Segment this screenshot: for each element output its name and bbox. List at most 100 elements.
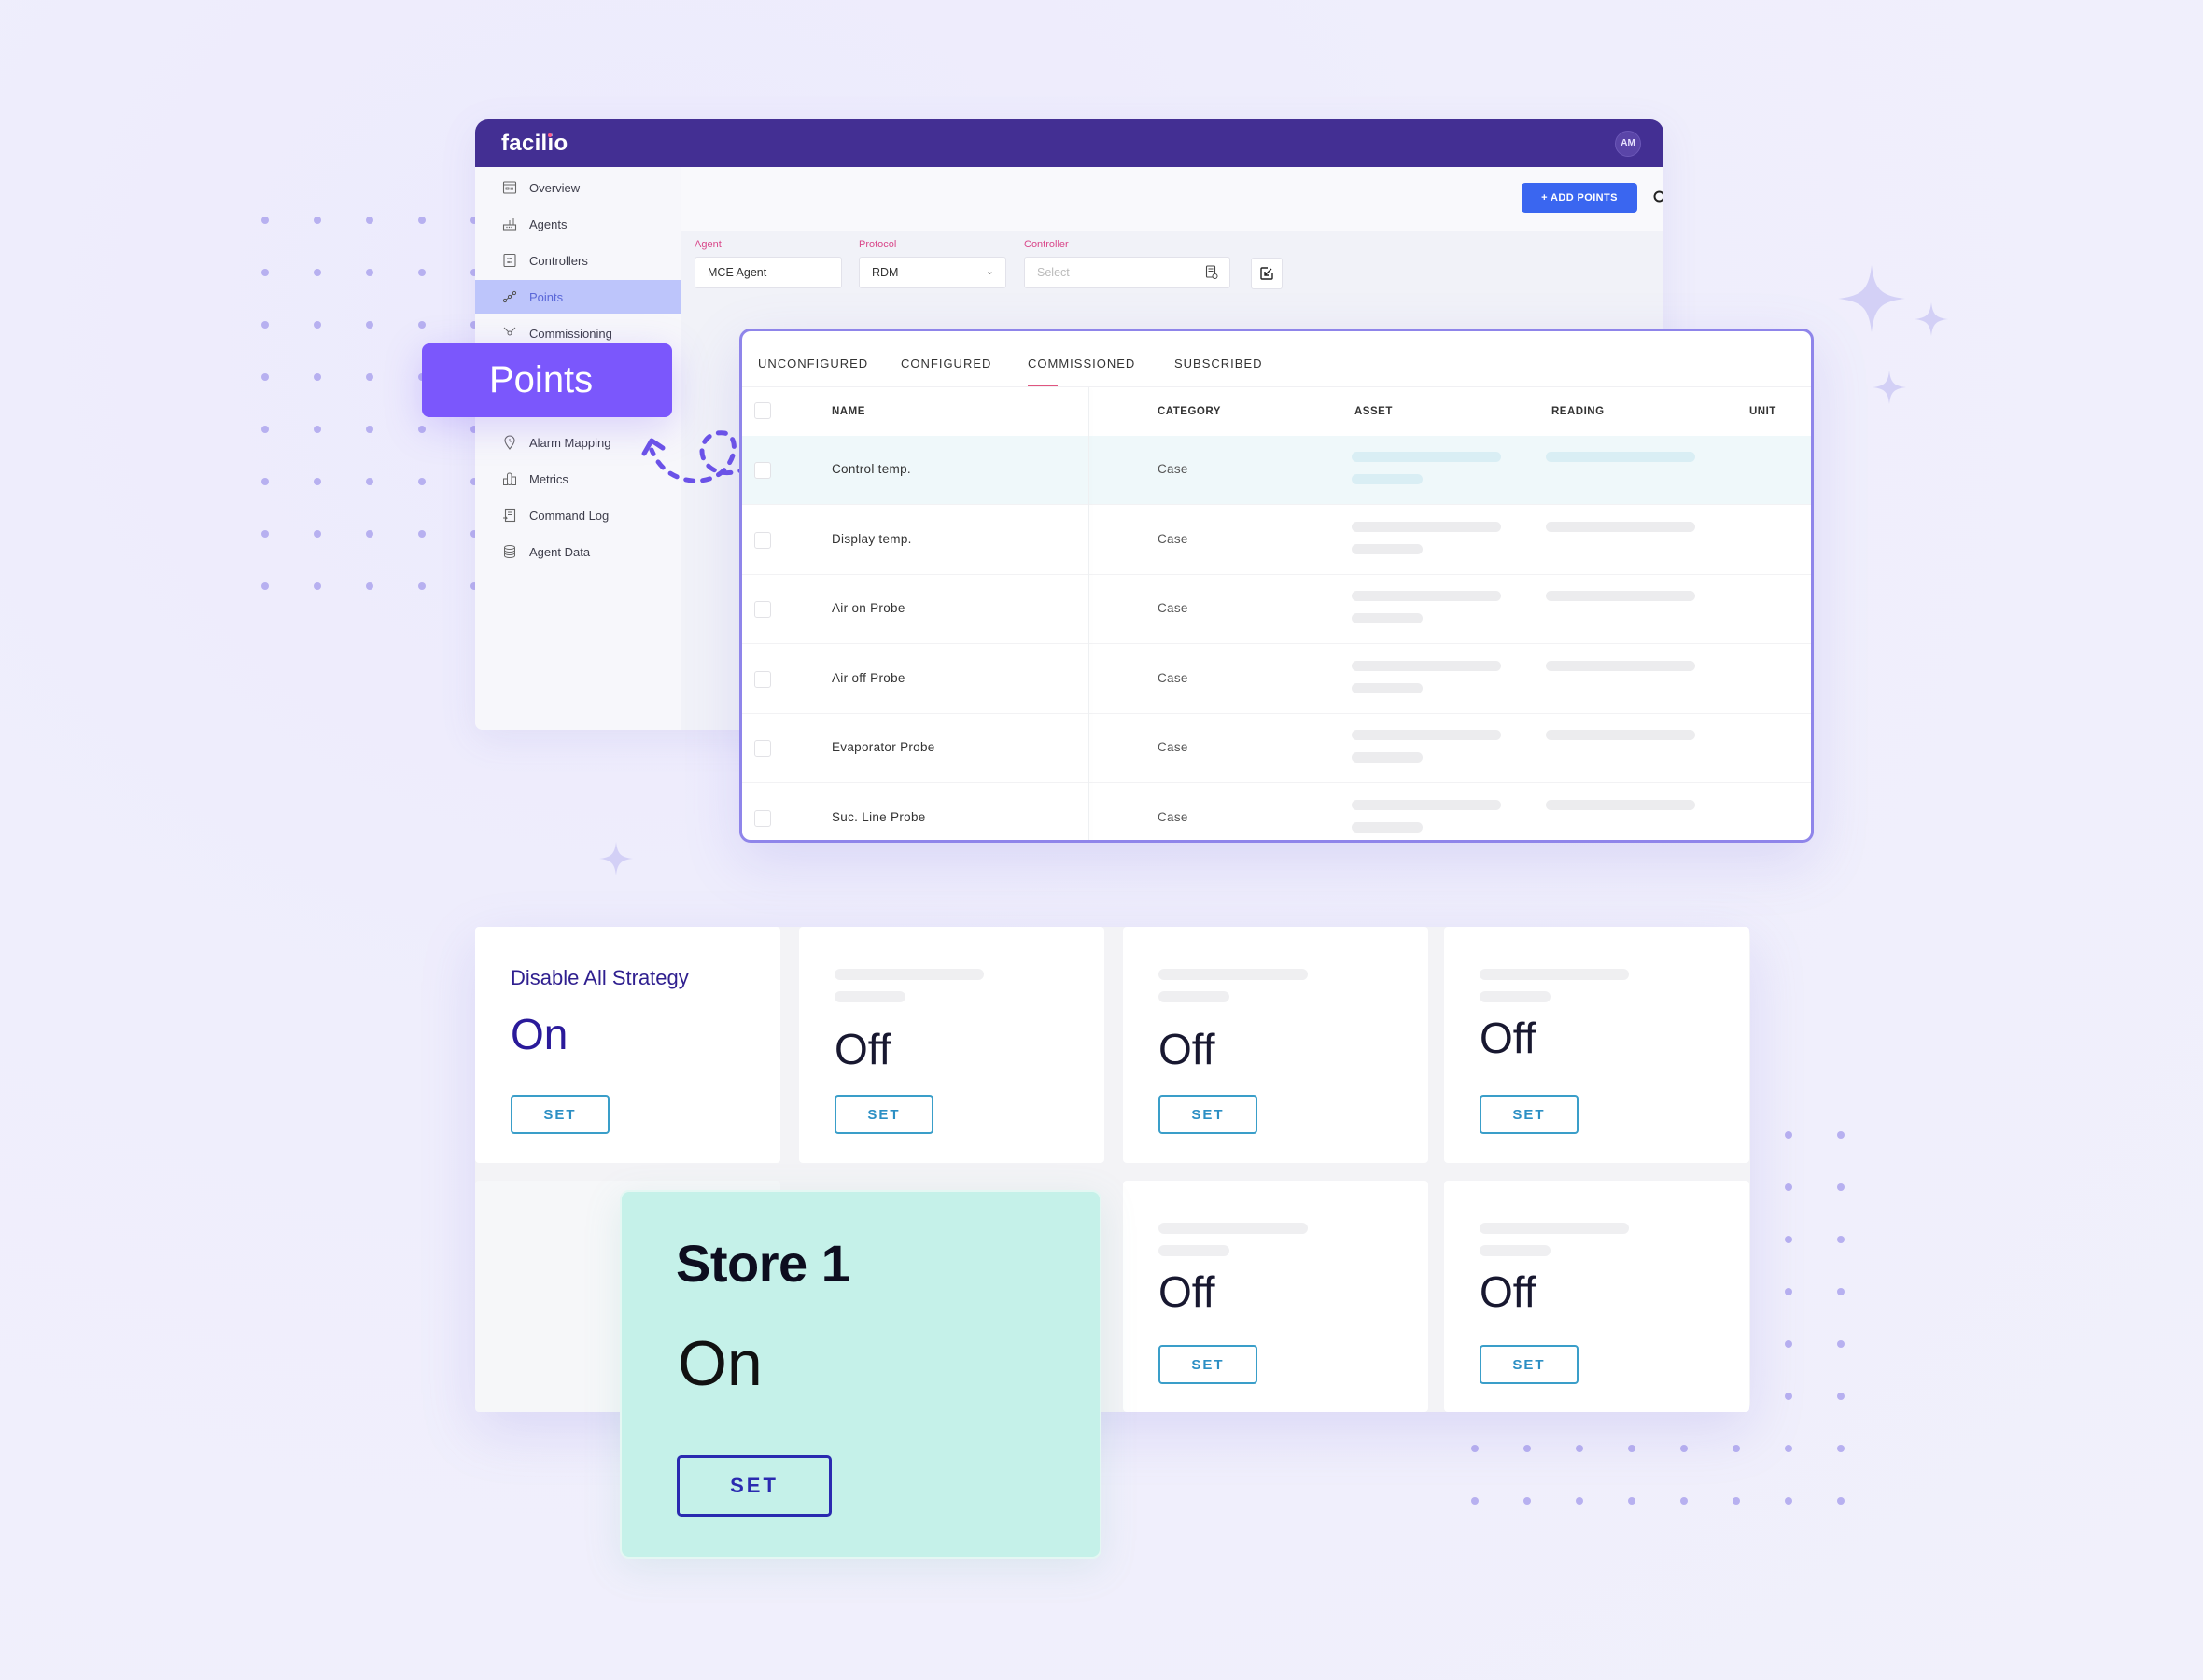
control-card: Off SET	[1444, 1181, 1749, 1412]
facilio-logo[interactable]: facilio	[501, 131, 568, 157]
asset-skeleton	[1352, 660, 1501, 671]
sidebar-item-agent-data[interactable]: Agent Data	[475, 535, 681, 568]
table-row[interactable]: Air off Probe Case	[742, 645, 1811, 714]
asset-skeleton	[1352, 452, 1501, 462]
title-skeleton	[1480, 1223, 1629, 1234]
sidebar-item-points[interactable]: Points	[475, 280, 681, 314]
decorative-dot	[1785, 1288, 1792, 1295]
logo-dot	[548, 133, 552, 137]
controller-filter-label: Controller	[1024, 239, 1069, 250]
controller-filter-input[interactable]: Select	[1024, 257, 1230, 288]
set-button[interactable]: SET	[1158, 1095, 1257, 1134]
decorative-dot	[418, 478, 426, 485]
controller-lookup-icon[interactable]	[1205, 265, 1218, 280]
point-name: Air on Probe	[832, 601, 905, 615]
decorative-dot	[1785, 1183, 1792, 1191]
decorative-dot	[366, 530, 373, 538]
sidebar-item-agents[interactable]: Agents	[475, 207, 681, 241]
metrics-icon	[501, 470, 518, 487]
sticky-column-divider	[1088, 387, 1089, 840]
asset-skeleton	[1352, 591, 1501, 601]
point-name: Suc. Line Probe	[832, 809, 926, 824]
decorative-dot	[314, 373, 321, 381]
card-value: Off	[835, 1025, 891, 1073]
add-points-button[interactable]: + ADD POINTS	[1522, 183, 1637, 213]
asset-skeleton	[1352, 799, 1501, 810]
sidebar-item-label: Metrics	[529, 471, 568, 486]
agent-filter-input[interactable]: MCE Agent	[695, 257, 842, 288]
row-checkbox[interactable]	[754, 462, 771, 479]
card-title: Disable All Strategy	[511, 966, 689, 989]
set-button[interactable]: SET	[835, 1095, 933, 1134]
title-skeleton	[1158, 969, 1308, 980]
sparkle-icon	[1873, 371, 1906, 404]
tab-subscribed[interactable]: SUBSCRIBED	[1174, 357, 1263, 371]
row-checkbox[interactable]	[754, 809, 771, 827]
table-row[interactable]: Display temp. Case	[742, 506, 1811, 575]
decorative-dot	[1733, 1497, 1740, 1505]
card-value: Off	[1158, 1267, 1215, 1316]
asset-skeleton	[1352, 474, 1423, 484]
row-checkbox[interactable]	[754, 531, 771, 549]
title-skeleton	[835, 969, 984, 980]
decorative-dot	[1733, 1445, 1740, 1452]
decorative-dot	[1837, 1236, 1845, 1243]
tab-commissioned[interactable]: COMMISSIONED	[1028, 357, 1135, 371]
set-button[interactable]: SET	[1158, 1345, 1257, 1384]
decorative-dot	[1785, 1393, 1792, 1400]
row-checkbox[interactable]	[754, 670, 771, 688]
decorative-dot	[1785, 1340, 1792, 1348]
column-header-asset[interactable]: ASSET	[1354, 406, 1393, 417]
decorative-dot	[314, 426, 321, 433]
protocol-filter-select[interactable]: RDM ⌄	[859, 257, 1006, 288]
point-category: Case	[1158, 740, 1188, 754]
decorative-dot	[261, 269, 269, 276]
decorative-dot	[261, 321, 269, 329]
search-icon[interactable]	[1652, 189, 1663, 206]
control-card: Off SET	[1444, 927, 1749, 1163]
control-card: Off SET	[1123, 927, 1428, 1163]
table-row[interactable]: Evaporator Probe Case	[742, 714, 1811, 783]
card-value: Off	[1480, 1014, 1536, 1062]
row-checkbox[interactable]	[754, 740, 771, 757]
decorative-dot	[261, 530, 269, 538]
title-skeleton	[1158, 1223, 1308, 1234]
sidebar-item-label: Controllers	[529, 253, 588, 268]
sparkle-icon	[1838, 265, 1905, 332]
column-header-name[interactable]: NAME	[832, 406, 865, 417]
row-checkbox[interactable]	[754, 601, 771, 618]
logo-text: facilio	[501, 130, 568, 156]
featured-set-button[interactable]: SET	[677, 1455, 832, 1517]
column-header-category[interactable]: CATEGORY	[1158, 406, 1221, 417]
table-row[interactable]: Air on Probe Case	[742, 575, 1811, 644]
table-row[interactable]: Control temp. Case	[742, 436, 1811, 505]
select-all-checkbox[interactable]	[754, 402, 771, 419]
sidebar-item-overview[interactable]: Overview	[475, 171, 681, 204]
protocol-filter-label: Protocol	[859, 239, 897, 250]
set-button[interactable]: SET	[1480, 1345, 1579, 1384]
export-button[interactable]	[1251, 258, 1283, 289]
points-table-card: UNCONFIGURED CONFIGURED COMMISSIONED SUB…	[739, 329, 1814, 843]
point-name: Display temp.	[832, 531, 912, 546]
column-header-unit[interactable]: UNIT	[1749, 406, 1776, 417]
decorative-dot	[366, 269, 373, 276]
tab-configured[interactable]: CONFIGURED	[901, 357, 991, 371]
export-icon	[1260, 267, 1273, 280]
tab-unconfigured[interactable]: UNCONFIGURED	[758, 357, 868, 371]
set-button[interactable]: SET	[511, 1095, 610, 1134]
reading-skeleton	[1546, 521, 1695, 532]
title-skeleton	[1158, 991, 1229, 1002]
set-button[interactable]: SET	[1480, 1095, 1579, 1134]
point-category: Case	[1158, 462, 1188, 476]
point-category: Case	[1158, 601, 1188, 615]
reading-skeleton	[1546, 799, 1695, 810]
decorative-dot	[366, 582, 373, 590]
column-header-reading[interactable]: READING	[1551, 406, 1605, 417]
decorative-dot	[366, 478, 373, 485]
table-row[interactable]: Suc. Line Probe Case	[742, 784, 1811, 841]
reading-skeleton	[1546, 660, 1695, 671]
user-avatar[interactable]: AM	[1615, 130, 1641, 157]
decorative-dot	[314, 321, 321, 329]
card-value: On	[511, 1010, 568, 1058]
sidebar-item-controllers[interactable]: Controllers	[475, 244, 681, 277]
